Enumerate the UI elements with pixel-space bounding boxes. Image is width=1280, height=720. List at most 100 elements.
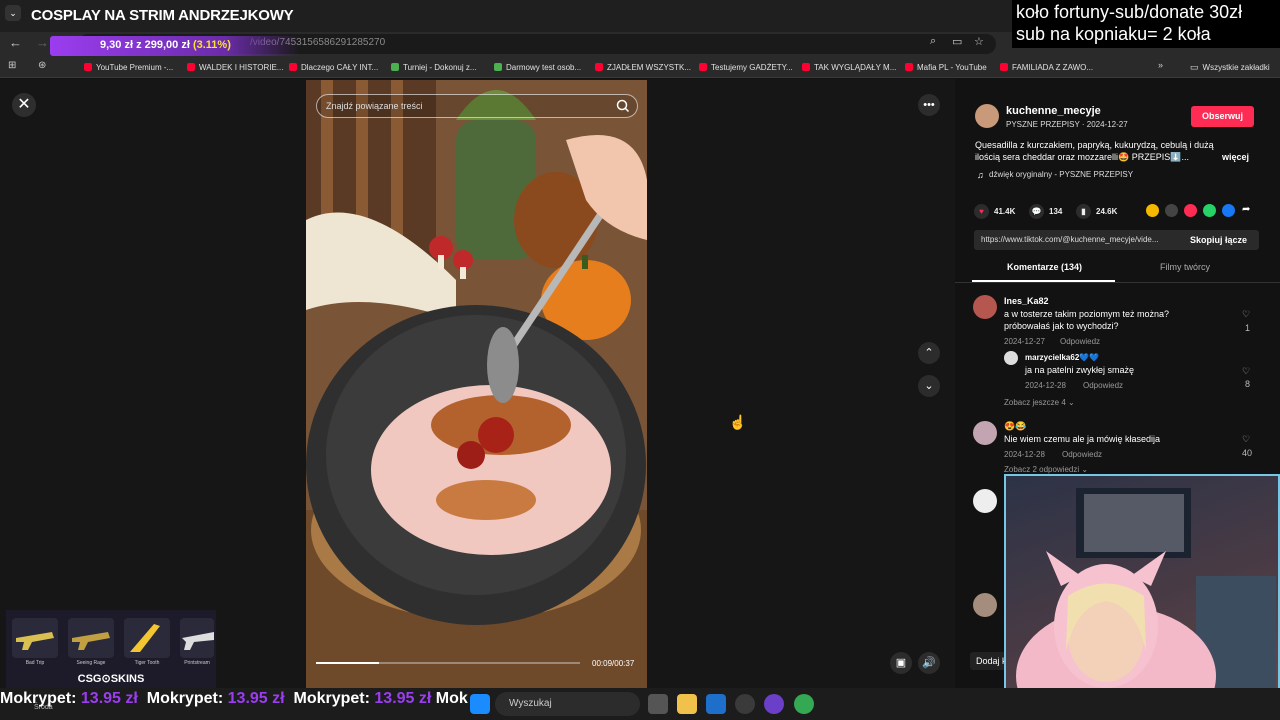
- like-stat[interactable]: ♥ 41.4K: [974, 204, 1015, 219]
- comment-stat[interactable]: 💬 134: [1029, 204, 1062, 219]
- youtube-icon: [1000, 63, 1008, 71]
- avatar[interactable]: [973, 295, 997, 319]
- reply-button[interactable]: Odpowiedz: [1062, 450, 1102, 459]
- tab-creator-videos[interactable]: Filmy twórcy: [1160, 262, 1210, 272]
- ticker-name: Mokrypet:: [146, 690, 228, 707]
- author-avatar[interactable]: [975, 104, 999, 128]
- bookmark-item[interactable]: FAMILIADA Z ZAWO...: [1000, 60, 1093, 74]
- webcam-image: [1016, 488, 1276, 720]
- comment-username[interactable]: Ines_Ka82: [1004, 296, 1049, 306]
- obs-icon[interactable]: [764, 694, 784, 714]
- search-icon[interactable]: [615, 98, 631, 114]
- share-arrow-icon[interactable]: ➦: [1242, 204, 1250, 215]
- like-icon[interactable]: ♡: [1242, 309, 1250, 320]
- whatsapp-icon[interactable]: [1203, 204, 1216, 217]
- comment-text: Nie wiem czemu ale ja mówię kłasedija: [1004, 434, 1161, 444]
- video-search-input[interactable]: Znajdź powiązane treści: [316, 94, 638, 118]
- more-options-button[interactable]: •••: [918, 94, 940, 116]
- view-more-replies[interactable]: Zobacz 2 odpowiedzi ⌄: [1004, 465, 1088, 474]
- author-name[interactable]: kuchenne_mecyje: [1006, 105, 1101, 117]
- skin-card: Bad Trip: [12, 618, 58, 666]
- wheel-line: sub na kopniaku= 2 koła: [1016, 24, 1211, 44]
- skin-card: Seeing Rage: [68, 618, 114, 666]
- app-icon[interactable]: [735, 694, 755, 714]
- gun-icon: [16, 632, 54, 650]
- bookmark-item[interactable]: Darmowy test osob...: [494, 60, 581, 74]
- ticker-name: Mokrypet:: [0, 690, 81, 707]
- donation-amount: 9,30 zł z 299,00 zł: [100, 39, 190, 51]
- ticker-segment: Mokrypet: 13.95 zł: [0, 690, 142, 707]
- star-icon[interactable]: ☆: [974, 35, 984, 48]
- comment-like-count: 1: [1245, 323, 1251, 333]
- bookmark-item[interactable]: ZJADŁEM WSZYSTK...: [595, 60, 691, 74]
- csgoskins-logo: CSG⊙SKINS: [77, 673, 145, 685]
- task-view-icon[interactable]: [648, 694, 668, 714]
- tab-search-button[interactable]: ⌄: [5, 5, 21, 21]
- facebook-icon[interactable]: [1222, 204, 1235, 217]
- like-icon[interactable]: ♡: [1242, 366, 1250, 377]
- copy-link-button[interactable]: Skopiuj łącze: [1190, 235, 1247, 245]
- gun-icon: [72, 632, 110, 650]
- avatar[interactable]: [1004, 351, 1018, 365]
- zoom-icon[interactable]: ⌕: [930, 35, 936, 48]
- chrome-taskbar-icon[interactable]: [794, 694, 814, 714]
- ticker-amount: 13.95 zł: [374, 690, 432, 707]
- forward-icon[interactable]: →: [36, 35, 49, 50]
- mini-player-button[interactable]: ▣: [890, 652, 912, 674]
- chrome-icon[interactable]: ⊛: [38, 60, 46, 71]
- webcam-overlay: [1004, 474, 1280, 720]
- comment-username[interactable]: 😍😂: [1004, 421, 1026, 432]
- like-icon[interactable]: ♡: [1242, 434, 1250, 445]
- close-button[interactable]: ✕: [12, 93, 36, 117]
- more-link[interactable]: więcej: [1222, 152, 1249, 162]
- next-video-button[interactable]: ⌄: [918, 375, 940, 397]
- video-progress-fill: [316, 662, 380, 664]
- post-description: Quesadilla z kurczakiem, papryką, kukury…: [975, 140, 1214, 162]
- bookmark-item[interactable]: TAK WYGLĄDAŁY M...: [802, 60, 896, 74]
- prev-video-button[interactable]: ⌃: [918, 342, 940, 364]
- apps-grid-icon[interactable]: ⊞: [8, 60, 16, 71]
- more-bookmarks-icon[interactable]: »: [1158, 60, 1163, 70]
- bookmark-item[interactable]: Turniej - Dokonuj z...: [391, 60, 477, 74]
- file-explorer-icon[interactable]: [677, 694, 697, 714]
- bookmark-icon: ▮: [1076, 204, 1091, 219]
- avatar[interactable]: [973, 489, 997, 513]
- store-icon[interactable]: [706, 694, 726, 714]
- mouse-cursor-icon: ☝: [729, 414, 747, 430]
- save-stat[interactable]: ▮ 24.6K: [1076, 204, 1117, 219]
- skin-card: Printstream: [180, 618, 214, 666]
- video-progress-bar[interactable]: [316, 662, 580, 664]
- avatar[interactable]: [973, 421, 997, 445]
- follow-button[interactable]: Obserwuj: [1191, 106, 1254, 127]
- tab-comments[interactable]: Komentarze (134): [1007, 262, 1082, 272]
- reply-button[interactable]: Odpowiedz: [1083, 381, 1123, 390]
- skin-name: Bad Trip: [25, 660, 45, 666]
- bookmark-item[interactable]: YouTube Premium -...: [84, 60, 173, 74]
- embed-icon[interactable]: [1165, 204, 1178, 217]
- back-icon[interactable]: ←: [9, 35, 22, 50]
- reply-button[interactable]: Odpowiedz: [1060, 337, 1100, 346]
- comment-text: a w tosterze takim poziomym też można?: [1004, 309, 1170, 319]
- all-bookmarks[interactable]: ▭ Wszystkie zakładki: [1190, 60, 1270, 74]
- skin-card: Tiger Tooth: [124, 618, 170, 666]
- video-player[interactable]: [306, 80, 647, 688]
- comment-username[interactable]: marzycielka62💙💙: [1025, 353, 1099, 362]
- send-icon[interactable]: [1184, 204, 1197, 217]
- donation-goal-bar: 9,30 zł z 299,00 zł (3.11%): [50, 36, 300, 56]
- volume-icon[interactable]: 🔊: [918, 652, 940, 674]
- cast-icon[interactable]: ▭: [952, 35, 962, 48]
- taskbar-search[interactable]: Wyszukaj: [495, 692, 640, 716]
- bookmark-label: WALDEK I HISTORIE...: [199, 62, 284, 72]
- comment-date: 2024-12-28: [1004, 450, 1045, 459]
- like-count: 41.4K: [994, 207, 1016, 216]
- view-more-replies[interactable]: Zobacz jeszcze 4 ⌄: [1004, 398, 1075, 407]
- bookmark-item[interactable]: Mafia PL - YouTube: [905, 60, 987, 74]
- bookmark-item[interactable]: WALDEK I HISTORIE...: [187, 60, 283, 74]
- video-link-text: https://www.tiktok.com/@kuchenne_mecyje/…: [981, 235, 1159, 244]
- coin-icon[interactable]: [1146, 204, 1159, 217]
- sound-label[interactable]: dźwięk oryginalny - PYSZNE PRZEPISY: [989, 170, 1133, 179]
- youtube-icon: [289, 63, 297, 71]
- bookmark-item[interactable]: Testujemy GADŻETY...: [699, 60, 793, 74]
- bookmark-item[interactable]: Dlaczego CAŁY INT...: [289, 60, 378, 74]
- avatar[interactable]: [973, 593, 997, 617]
